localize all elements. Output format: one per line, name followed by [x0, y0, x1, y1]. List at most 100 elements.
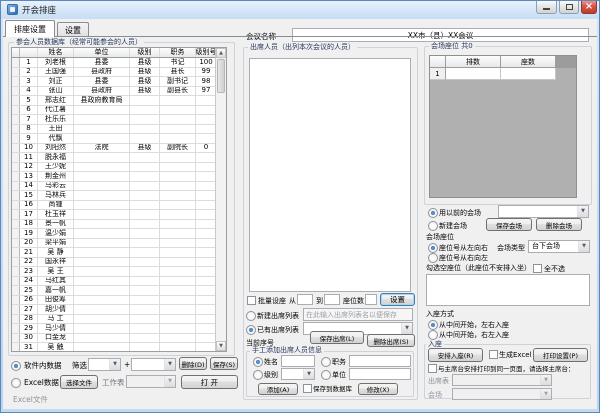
radio-manual-position[interactable] — [321, 357, 331, 367]
worksheet-combo[interactable]: ▼ — [126, 375, 176, 388]
meeting-name-input[interactable] — [292, 28, 589, 42]
table-row[interactable]: 17杜玉祥 — [12, 210, 215, 220]
add-person-button[interactable]: 添加(A) — [258, 383, 298, 395]
manual-unit-input[interactable] — [349, 368, 411, 380]
radio-new-attend-list[interactable] — [246, 311, 256, 321]
generate-excel-checkbox[interactable] — [489, 350, 498, 359]
column-header-level[interactable]: 级别 — [130, 48, 160, 57]
minimize-button[interactable] — [536, 0, 557, 14]
title-bar[interactable]: 开会排座 — [0, 0, 600, 19]
filter-combo-2[interactable]: ▼ — [131, 358, 176, 371]
table-row[interactable]: 31吴 触 — [12, 343, 215, 351]
table-row[interactable]: 20梁平娟 — [12, 239, 215, 249]
radio-manual-name[interactable] — [253, 357, 263, 367]
table-row[interactable]: 14马彩云 — [12, 182, 215, 192]
venue-type-combo[interactable]: 台下会场▼ — [528, 240, 590, 253]
table-row[interactable]: 13荆金州 — [12, 172, 215, 182]
venue-column-seats[interactable]: 座数 — [501, 56, 556, 68]
radio-manual-level[interactable] — [253, 370, 263, 380]
table-row[interactable]: 15马林兵 — [12, 191, 215, 201]
arrange-seating-button[interactable]: 安排入座(R) — [428, 348, 483, 362]
column-header-position[interactable]: 职务 — [160, 48, 196, 57]
tab-seating-settings[interactable]: 排座设置 — [5, 20, 55, 37]
people-table[interactable]: 姓名 单位 级别 职务 级别号 1刘老根县委县级书记1002王国强县政府县级县长… — [11, 47, 227, 352]
table-row[interactable]: 29马少倩 — [12, 324, 215, 334]
table-row[interactable]: 4张山县政府县级副县长97 — [12, 87, 215, 97]
radio-excel-data[interactable] — [11, 378, 21, 388]
column-header-name[interactable]: 姓名 — [38, 48, 74, 57]
attendee-listbox[interactable] — [249, 58, 411, 292]
batch-seats-input[interactable] — [365, 294, 377, 305]
table-row[interactable]: 11脱永福 — [12, 153, 215, 163]
venue-rows-cell[interactable] — [446, 68, 501, 80]
radio-existing-attend-list[interactable] — [246, 325, 256, 335]
radio-center-left-right[interactable] — [428, 320, 438, 330]
table-row[interactable]: 28马 工 — [12, 315, 215, 325]
tab-settings[interactable]: 设置 — [57, 22, 89, 37]
radio-center-right-left[interactable] — [428, 330, 438, 340]
new-list-name-input[interactable] — [303, 308, 413, 321]
column-header-levelno[interactable]: 级别号 — [196, 48, 215, 57]
table-row[interactable]: 16尚锺 — [12, 201, 215, 211]
venue-select-combo[interactable]: ▼ — [452, 388, 552, 400]
empty-seat-listbox[interactable] — [426, 274, 590, 306]
close-button[interactable]: × — [581, 0, 597, 14]
column-header-unit[interactable]: 单位 — [74, 48, 130, 57]
choose-file-button[interactable]: 选择文件 — [60, 375, 98, 389]
table-row[interactable]: 12王少妮 — [12, 163, 215, 173]
venue-seats-cell[interactable] — [501, 68, 556, 80]
table-row[interactable]: 19温少娟 — [12, 229, 215, 239]
batch-to-input[interactable] — [324, 294, 340, 305]
table-row[interactable]: 24马红其 — [12, 277, 215, 287]
save-record-button[interactable]: 保存(S) — [210, 357, 238, 370]
radio-manual-unit[interactable] — [321, 370, 331, 380]
print-settings-button[interactable]: 打印设置(P) — [533, 348, 588, 362]
table-row[interactable]: 9代飘 — [12, 134, 215, 144]
table-row[interactable]: 1刘老根县委县级书记100 — [12, 58, 215, 68]
save-attendance-button[interactable]: 保存出席(L) — [310, 331, 364, 344]
people-table-scrollbar[interactable]: ▲ ▼ — [215, 48, 226, 351]
scrollbar-thumb[interactable] — [217, 59, 225, 93]
table-row[interactable]: 25嘉一帆 — [12, 286, 215, 296]
table-row[interactable]: 2王国强县政府县级县长99 — [12, 68, 215, 78]
radio-seat-left-to-right[interactable] — [428, 243, 438, 253]
table-row[interactable]: 10刘阳然法院县级副院长0 — [12, 144, 215, 154]
open-button[interactable]: 打 开 — [181, 375, 238, 389]
table-row[interactable]: 26田俊筹 — [12, 296, 215, 306]
table-row[interactable]: 7杜乐乐 — [12, 115, 215, 125]
same-page-checkbox[interactable] — [428, 364, 437, 373]
table-row[interactable]: 21吴 静 — [12, 248, 215, 258]
table-row[interactable]: 6代江薯 — [12, 106, 215, 116]
delete-record-button[interactable]: 删除(D) — [179, 357, 207, 370]
venue-grid-row[interactable]: 1 — [430, 68, 576, 80]
set-seats-button[interactable]: 设置 — [380, 293, 415, 306]
table-row[interactable]: 3刘正县委县级副书记98 — [12, 77, 215, 87]
modify-person-button[interactable]: 修改(X) — [358, 383, 398, 395]
manual-position-input[interactable] — [349, 355, 411, 367]
scroll-up-icon[interactable]: ▲ — [216, 48, 226, 58]
save-to-db-checkbox[interactable] — [303, 384, 312, 393]
manual-name-input[interactable] — [281, 355, 315, 367]
radio-use-previous-venue[interactable] — [428, 208, 438, 218]
venue-grid[interactable]: 排数 座数 1 — [429, 55, 577, 198]
batch-from-input[interactable] — [297, 294, 313, 305]
table-row[interactable]: 8王田 — [12, 125, 215, 135]
radio-software-data[interactable] — [11, 361, 21, 371]
venue-column-rows[interactable]: 排数 — [446, 56, 501, 68]
select-none-checkbox[interactable] — [533, 264, 542, 273]
people-table-header[interactable]: 姓名 单位 级别 职务 级别号 — [12, 48, 215, 58]
delete-venue-button[interactable]: 删除会场 — [536, 218, 582, 231]
batch-seat-checkbox[interactable] — [247, 296, 256, 305]
scroll-down-icon[interactable]: ▼ — [216, 341, 226, 351]
save-venue-button[interactable]: 保存会场 — [486, 218, 532, 231]
filter-combo-1[interactable]: ▼ — [88, 358, 121, 371]
table-row[interactable]: 27胡少倩 — [12, 305, 215, 315]
radio-new-venue[interactable] — [428, 221, 438, 231]
attend-table-combo[interactable]: ▼ — [452, 374, 552, 386]
scrollbar-track[interactable] — [216, 94, 226, 341]
delete-attendance-button[interactable]: 删除出席(S) — [367, 334, 415, 347]
table-row[interactable]: 30口金龙 — [12, 334, 215, 344]
previous-venue-combo[interactable]: ▼ — [498, 205, 589, 218]
radio-seat-right-to-left[interactable] — [428, 253, 438, 263]
manual-level-combo[interactable]: ▼ — [281, 368, 315, 380]
